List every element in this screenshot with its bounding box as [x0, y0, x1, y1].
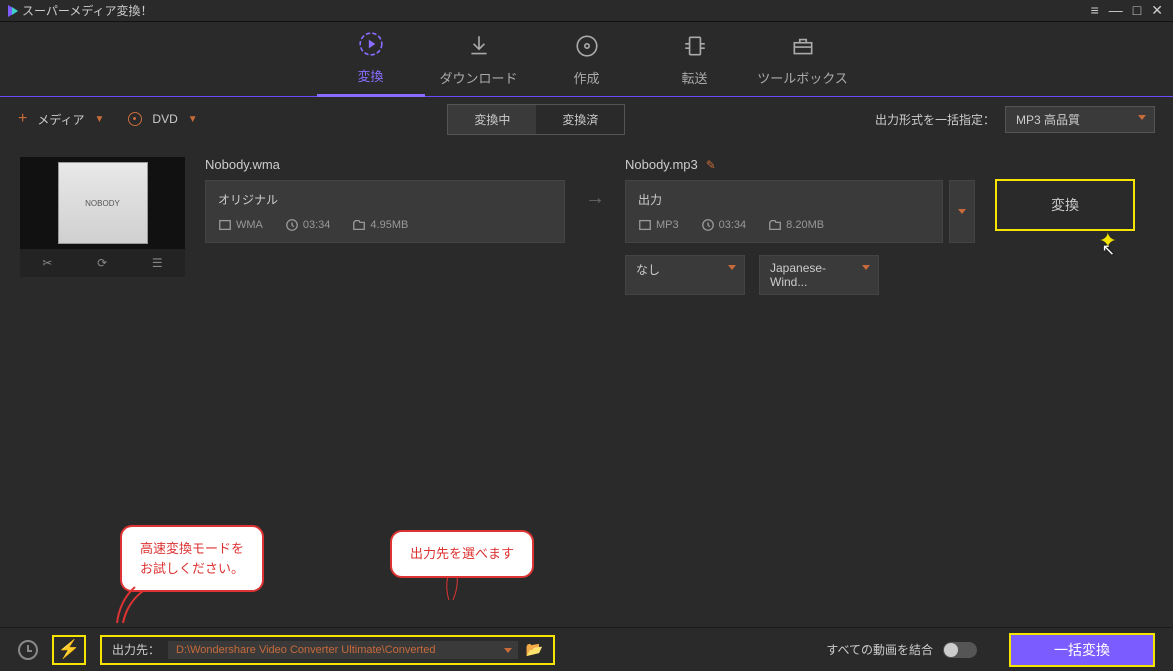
seg-converted[interactable]: 変換済 [536, 105, 624, 134]
tab-download[interactable]: ダウンロード [425, 22, 533, 97]
transfer-icon [681, 32, 709, 60]
source-meta: WMA 03:34 4.95MB [218, 218, 552, 232]
thumbnail-tools: ✂ ⟳ ☰ [20, 249, 185, 277]
callout-tail-icon [440, 575, 466, 601]
tab-download-label: ダウンロード [439, 68, 517, 87]
merge-row: すべての動画を結合 [826, 641, 977, 658]
format-label: 出力形式を一括指定： [875, 111, 995, 128]
toolbox-icon [789, 32, 817, 60]
callout-tail-icon [115, 585, 145, 625]
thumbnail[interactable]: NOBODY [20, 157, 185, 249]
output-duration: 03:34 [701, 218, 747, 232]
close-icon[interactable]: ✕ [1149, 2, 1165, 19]
source-duration: 03:34 [285, 218, 331, 232]
merge-toggle[interactable] [943, 642, 977, 658]
path-label: 出力先： [112, 641, 160, 658]
merge-label: すべての動画を結合 [826, 641, 933, 658]
add-media-label: メディア [37, 111, 84, 128]
folder-icon[interactable]: 📂 [526, 641, 543, 658]
convert-button[interactable]: 変換 [995, 179, 1135, 231]
window-controls: ≡ — □ ✕ [1089, 2, 1165, 19]
output-column: Nobody.mp3 ✎ 出力 MP3 03:34 8.20MB なし Japa… [625, 157, 975, 295]
cursor-icon: ↖ [1102, 240, 1115, 260]
thumbnail-column: NOBODY ✂ ⟳ ☰ [20, 157, 185, 277]
minimize-icon[interactable]: — [1107, 2, 1125, 19]
tab-toolbox-label: ツールボックス [757, 68, 848, 87]
subtitle-select[interactable]: なし [625, 255, 745, 295]
callout-high-speed: 高速変換モードを お試しください。 [120, 525, 264, 592]
app-logo: スーパーメディア変換！ [8, 2, 153, 19]
create-icon [573, 32, 601, 60]
crop-icon[interactable]: ⟳ [97, 256, 107, 270]
tab-convert[interactable]: 変換 [317, 22, 425, 97]
output-size: 8.20MB [768, 218, 824, 232]
source-info-box: オリジナル WMA 03:34 4.95MB [205, 180, 565, 243]
seg-converting[interactable]: 変換中 [448, 105, 536, 134]
edit-icon[interactable]: ✎ [706, 158, 716, 172]
convert-icon [357, 30, 385, 58]
file-item: NOBODY ✂ ⟳ ☰ Nobody.wma オリジナル WMA 03:34 … [0, 141, 1173, 295]
add-media-button[interactable]: + メディア ▼ [18, 110, 104, 128]
title-bar: スーパーメディア変換！ ≡ — □ ✕ [0, 0, 1173, 22]
tab-transfer[interactable]: 転送 [641, 22, 749, 97]
source-size: 4.95MB [352, 218, 408, 232]
source-column: Nobody.wma オリジナル WMA 03:34 4.95MB [205, 157, 565, 243]
arrow-icon: → [585, 187, 605, 210]
chevron-down-icon: ▼ [188, 114, 198, 125]
menu-icon[interactable]: ≡ [1089, 2, 1101, 19]
tab-create[interactable]: 作成 [533, 22, 641, 97]
settings-icon[interactable]: ☰ [152, 256, 163, 270]
dvd-label: DVD [152, 112, 177, 126]
output-format-row: 出力形式を一括指定： MP3 高品質 [875, 106, 1155, 133]
status-segment: 変換中 変換済 [447, 104, 625, 135]
output-info-box: 出力 MP3 03:34 8.20MB [625, 180, 943, 243]
download-icon [465, 32, 493, 60]
schedule-icon[interactable] [18, 640, 38, 660]
tab-create-label: 作成 [573, 68, 599, 87]
output-format-dropdown[interactable] [949, 180, 975, 243]
main-tabs: 変換 ダウンロード 作成 転送 ツールボックス [0, 22, 1173, 97]
plus-icon: + [18, 110, 27, 128]
dvd-icon [128, 112, 142, 126]
tab-transfer-label: 転送 [681, 68, 707, 87]
output-box-wrap: 出力 MP3 03:34 8.20MB [625, 180, 975, 243]
subtitle-row: なし Japanese-Wind... [625, 255, 975, 295]
logo-icon [8, 5, 18, 17]
chevron-down-icon: ▼ [95, 114, 105, 125]
callout-output-path: 出力先を選べます [390, 530, 534, 578]
high-speed-toggle[interactable]: ⚡ [52, 635, 86, 665]
batch-convert-button[interactable]: 一括変換 [1009, 633, 1155, 667]
dvd-button[interactable]: DVD ▼ [128, 112, 197, 126]
source-format: WMA [218, 218, 263, 232]
cut-icon[interactable]: ✂ [42, 256, 52, 270]
app-title: スーパーメディア変換！ [22, 2, 153, 19]
format-select[interactable]: MP3 高品質 [1005, 106, 1155, 133]
toolbar: + メディア ▼ DVD ▼ 変換中 変換済 出力形式を一括指定： MP3 高品… [0, 97, 1173, 141]
bolt-icon: ⚡ [58, 639, 80, 660]
tab-convert-label: 変換 [357, 66, 383, 85]
output-filename: Nobody.mp3 [625, 157, 698, 172]
maximize-icon[interactable]: □ [1131, 2, 1143, 19]
tab-toolbox[interactable]: ツールボックス [749, 22, 857, 97]
source-title: オリジナル [218, 191, 552, 208]
source-filename: Nobody.wma [205, 157, 565, 172]
bottom-bar: ⚡ 出力先： D:\Wondershare Video Converter Ul… [0, 627, 1173, 671]
path-select[interactable]: D:\Wondershare Video Converter Ultimate\… [168, 641, 518, 659]
output-title: 出力 [638, 191, 930, 208]
output-path-box: 出力先： D:\Wondershare Video Converter Ulti… [100, 635, 555, 665]
output-header: Nobody.mp3 ✎ [625, 157, 975, 172]
output-format: MP3 [638, 218, 679, 232]
output-meta: MP3 03:34 8.20MB [638, 218, 930, 232]
thumbnail-image: NOBODY [58, 162, 148, 244]
language-select[interactable]: Japanese-Wind... [759, 255, 879, 295]
